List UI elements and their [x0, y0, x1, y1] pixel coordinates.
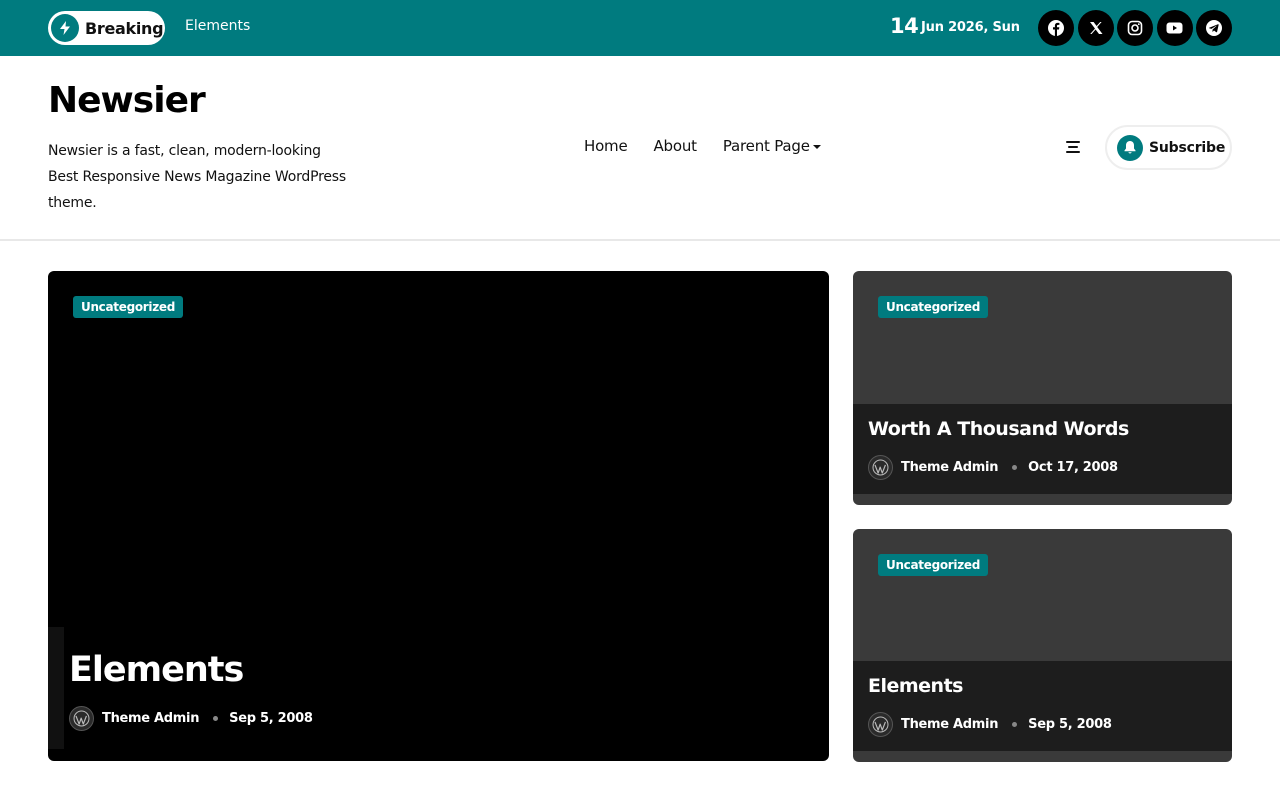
post-title[interactable]: Elements [69, 650, 244, 690]
category-badge[interactable]: Uncategorized [878, 296, 989, 318]
post-author[interactable]: Theme Admin [901, 717, 998, 732]
social-links [1038, 10, 1232, 46]
post-title[interactable]: Worth A Thousand Words [868, 418, 1129, 440]
post-title[interactable]: Elements [868, 675, 963, 697]
post-date[interactable]: Sep 5, 2008 [1028, 717, 1112, 732]
instagram-icon[interactable] [1117, 10, 1153, 46]
category-badge[interactable]: Uncategorized [878, 554, 989, 576]
post-meta: Theme Admin Sep 5, 2008 [868, 712, 1112, 737]
post-date[interactable]: Oct 17, 2008 [1028, 460, 1118, 475]
site-title[interactable]: Newsier [48, 80, 206, 121]
card-overlay [48, 627, 64, 749]
nav-parent-page[interactable]: Parent Page [723, 137, 821, 155]
date-text: Jun 2026, Sun [921, 20, 1020, 35]
menu-toggle-icon[interactable] [1066, 141, 1082, 155]
top-bar: Breaking Elements 14 Jun 2026, Sun [0, 0, 1280, 56]
avatar [868, 455, 893, 480]
main-navigation: Home About Parent Page [584, 137, 847, 155]
bell-icon [1117, 134, 1143, 161]
meta-separator [213, 716, 219, 721]
avatar [69, 706, 94, 731]
caret-down-icon [812, 144, 821, 149]
featured-post-card[interactable]: Uncategorized Elements Theme Admin Sep 5… [48, 271, 829, 761]
nav-about[interactable]: About [654, 137, 698, 155]
subscribe-label: Subscribe [1149, 139, 1226, 156]
category-badge[interactable]: Uncategorized [73, 296, 184, 318]
side-post-card[interactable]: Uncategorized Worth A Thousand Words The… [853, 271, 1232, 505]
meta-separator [1012, 722, 1018, 727]
card-overlay: Elements Theme Admin Sep 5, 2008 [853, 661, 1232, 751]
post-date[interactable]: Sep 5, 2008 [229, 711, 313, 726]
nav-home[interactable]: Home [584, 137, 628, 155]
subscribe-button[interactable]: Subscribe [1105, 125, 1232, 170]
x-twitter-icon[interactable] [1077, 10, 1114, 46]
avatar [868, 712, 893, 737]
breaking-ticker-link[interactable]: Elements [185, 18, 250, 34]
card-overlay: Worth A Thousand Words Theme Admin Oct 1… [853, 404, 1232, 494]
meta-separator [1012, 465, 1018, 470]
header-divider [0, 239, 1280, 241]
post-meta: Theme Admin Oct 17, 2008 [868, 455, 1118, 480]
breaking-badge: Breaking [48, 11, 165, 45]
side-post-card[interactable]: Uncategorized Elements Theme Admin Sep 5… [853, 529, 1232, 762]
facebook-icon[interactable] [1038, 10, 1074, 46]
post-author[interactable]: Theme Admin [901, 460, 998, 475]
post-author[interactable]: Theme Admin [102, 711, 199, 726]
youtube-icon[interactable] [1156, 10, 1193, 46]
date-day: 14 [890, 14, 919, 38]
post-meta: Theme Admin Sep 5, 2008 [69, 706, 313, 731]
nav-parent-page-label: Parent Page [722, 137, 810, 155]
breaking-label: Breaking [85, 18, 164, 38]
telegram-icon[interactable] [1196, 10, 1232, 46]
lightning-icon [51, 14, 79, 42]
site-description: Newsier is a fast, clean, modern-looking… [48, 143, 346, 211]
